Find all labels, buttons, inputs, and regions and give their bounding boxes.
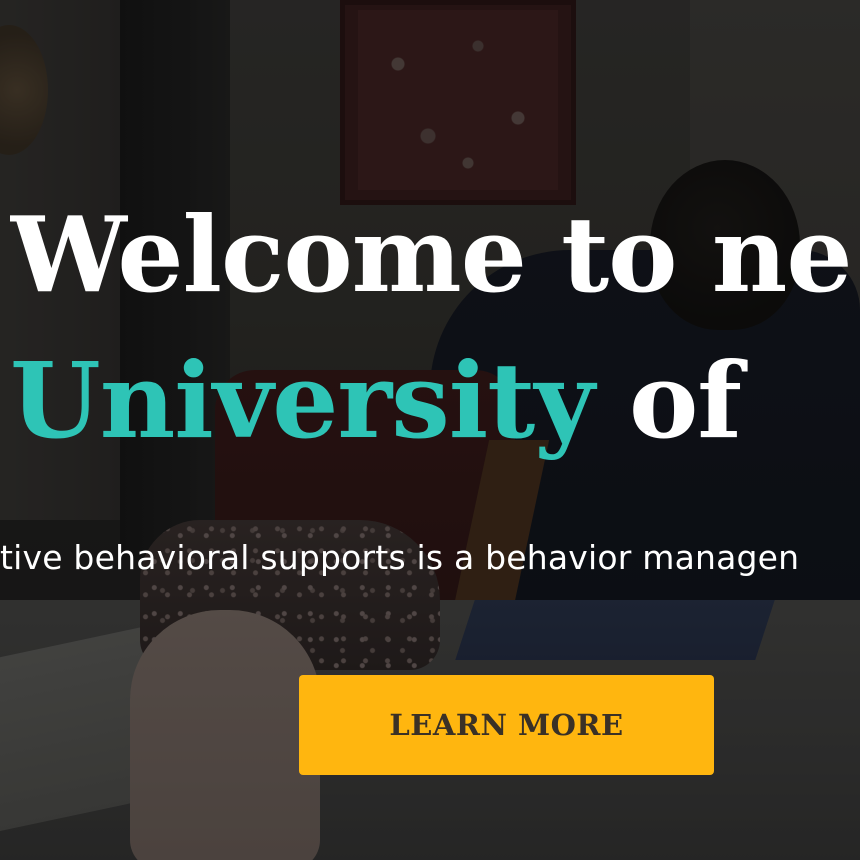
hero-subtitle: tive behavioral supports is a behavior m… bbox=[0, 538, 800, 577]
heading-rest-text: of bbox=[593, 339, 742, 462]
hero-heading: Welcome to ne University of bbox=[10, 180, 860, 476]
heading-line-2: University of bbox=[10, 326, 860, 476]
hero-content: Welcome to ne University of tive behavio… bbox=[0, 0, 860, 860]
hero-section: Welcome to ne University of tive behavio… bbox=[0, 0, 860, 860]
heading-accent-text: University bbox=[10, 339, 595, 462]
learn-more-button[interactable]: LEARN MORE bbox=[299, 675, 714, 775]
heading-line-1: Welcome to ne bbox=[10, 193, 853, 316]
